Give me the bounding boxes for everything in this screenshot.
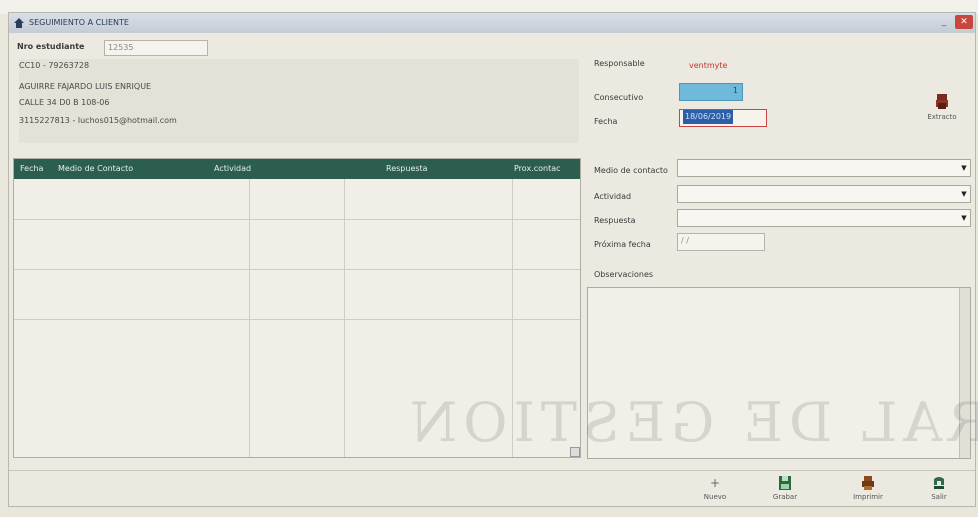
fecha-field[interactable]: 18/06/2019 <box>679 109 767 127</box>
salir-caption: Salir <box>931 493 947 501</box>
app-home-icon <box>14 18 24 28</box>
col-fecha[interactable]: Fecha <box>20 164 43 173</box>
nro-estudiante-label: Nro estudiante <box>17 42 85 51</box>
actividad-combo[interactable]: ▼ <box>677 185 971 203</box>
col-proxcontac[interactable]: Prox.contac <box>514 164 561 173</box>
printer-icon <box>936 94 948 109</box>
save-icon <box>779 476 791 490</box>
fecha-value: 18/06/2019 <box>683 110 734 124</box>
respuesta-combo[interactable]: ▼ <box>677 209 971 227</box>
grid-divider <box>14 219 580 220</box>
respuesta-label: Respuesta <box>594 216 636 225</box>
grid-divider <box>14 319 580 320</box>
exit-icon <box>934 477 944 489</box>
chevron-down-icon[interactable]: ▼ <box>959 187 969 201</box>
client-contact-line: 3115227813 - luchos015@hotmail.com <box>19 116 177 125</box>
window-title: SEGUIMIENTO A CLIENTE <box>29 18 129 27</box>
client-address-line: CALLE 34 D0 B 108-06 <box>19 98 110 107</box>
imprimir-caption: Imprimir <box>853 493 883 501</box>
imprimir-button[interactable]: Imprimir <box>845 475 891 501</box>
chevron-down-icon[interactable]: ▼ <box>959 211 969 225</box>
actividad-label: Actividad <box>594 192 632 201</box>
app-window: SEGUIMIENTO A CLIENTE _ ✕ Nro estudiante… <box>8 12 978 507</box>
client-info-box: CC10 - 79263728 AGUIRRE FAJARDO LUIS ENR… <box>19 59 579 143</box>
responsable-value: ventmyte <box>689 61 728 70</box>
col-actividad[interactable]: Actividad <box>214 164 251 173</box>
title-bar: SEGUIMIENTO A CLIENTE _ ✕ <box>9 13 975 33</box>
observaciones-label: Observaciones <box>594 270 654 279</box>
printer-icon <box>862 476 874 490</box>
fecha-label: Fecha <box>594 117 618 126</box>
nro-estudiante-field[interactable]: 12535 <box>104 40 208 56</box>
grabar-caption: Grabar <box>772 493 798 501</box>
consecutivo-label: Consecutivo <box>594 93 644 102</box>
extracto-caption: Extracto <box>927 113 957 121</box>
minimize-button[interactable]: _ <box>935 15 953 29</box>
close-button[interactable]: ✕ <box>955 15 973 29</box>
watermark-text: NERAL DE GESTION <box>404 391 978 454</box>
grid-header: Fecha Medio de Contacto Actividad Respue… <box>14 159 580 179</box>
grabar-button[interactable]: Grabar <box>763 475 807 501</box>
medio-label: Medio de contacto <box>594 166 668 175</box>
grid-divider <box>344 179 345 457</box>
proxima-fecha-label: Próxima fecha <box>594 240 651 249</box>
medio-combo[interactable]: ▼ <box>677 159 971 177</box>
col-medio[interactable]: Medio de Contacto <box>58 164 133 173</box>
plus-icon: + <box>709 476 721 490</box>
toolbar-divider <box>9 470 975 471</box>
responsable-label: Responsable <box>594 59 645 68</box>
proxima-fecha-field[interactable]: / / <box>677 233 765 251</box>
client-id-line: CC10 - 79263728 <box>19 61 90 70</box>
nuevo-button[interactable]: + Nuevo <box>695 475 735 501</box>
nuevo-caption: Nuevo <box>703 493 727 501</box>
salir-button[interactable]: Salir <box>921 475 957 501</box>
extracto-button[interactable]: Extracto <box>917 93 967 121</box>
col-respuesta[interactable]: Respuesta <box>386 164 428 173</box>
grid-divider <box>14 269 580 270</box>
consecutivo-field[interactable]: 1 <box>679 83 743 101</box>
grid-divider <box>249 179 250 457</box>
chevron-down-icon[interactable]: ▼ <box>959 161 969 175</box>
client-name-line: AGUIRRE FAJARDO LUIS ENRIQUE <box>19 82 152 91</box>
